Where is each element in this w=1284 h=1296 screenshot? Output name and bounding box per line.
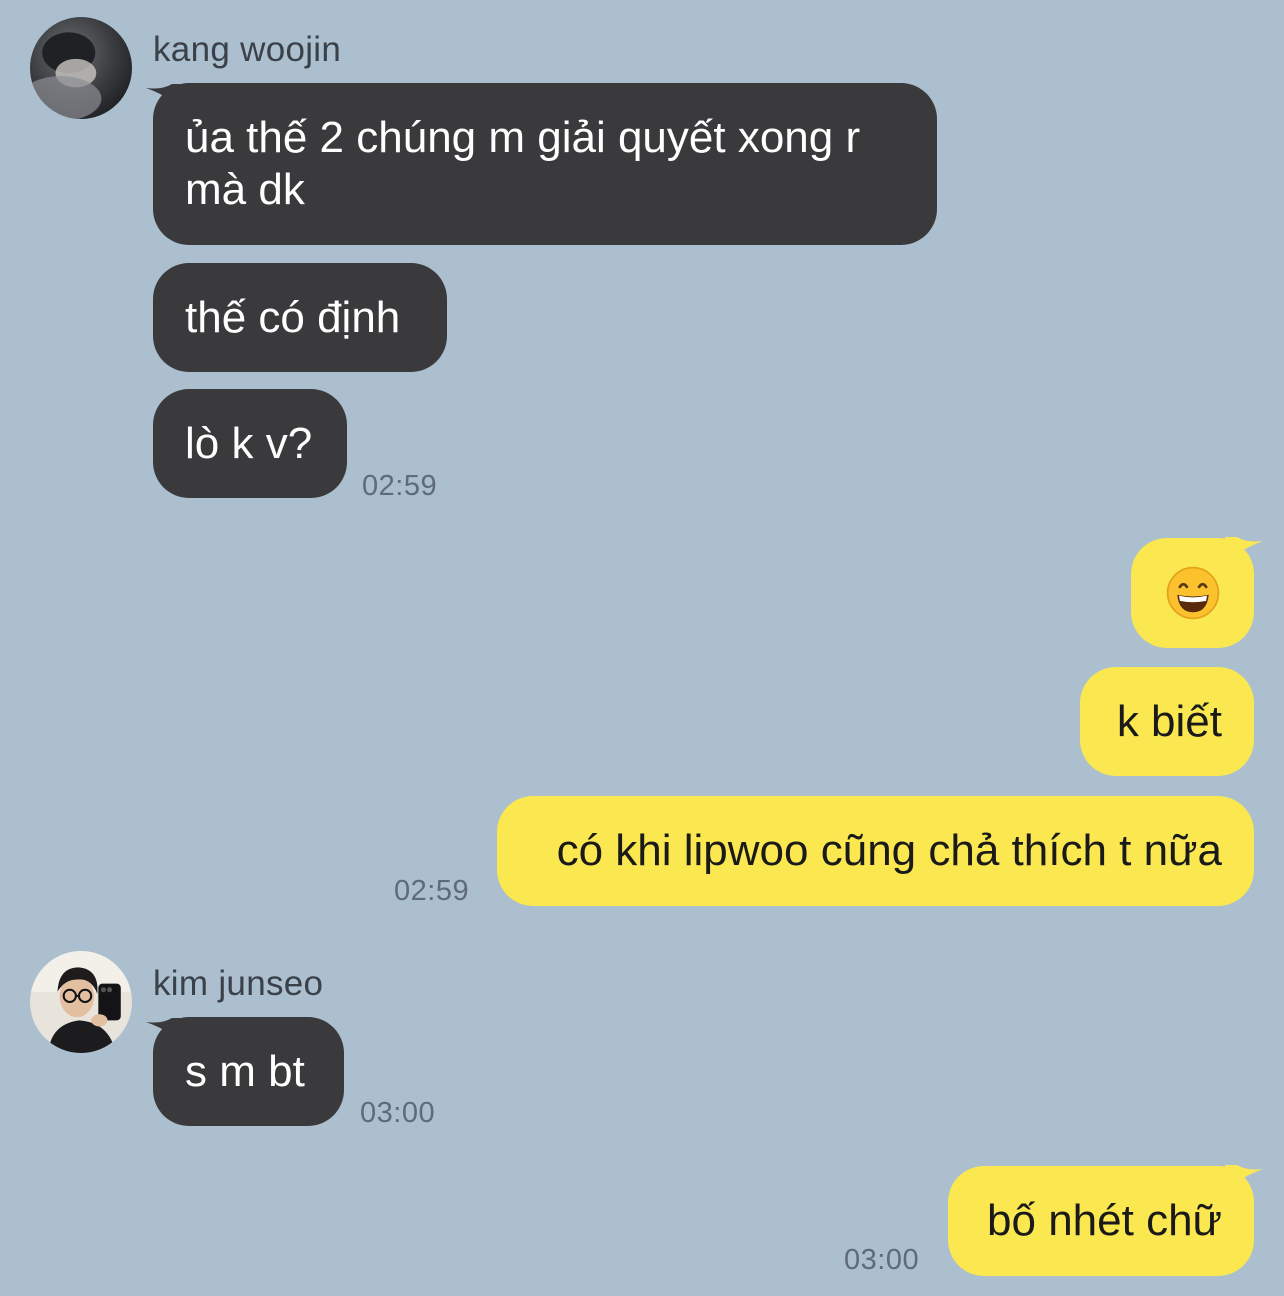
message-text: bố nhét chữ [987,1196,1222,1245]
message-bubble[interactable]: s m bt [153,1017,344,1126]
sender-name: kang woojin [153,30,342,69]
grinning-face-icon [1166,566,1219,620]
message-text: s m bt [185,1046,305,1096]
message-timestamp: 02:59 [394,875,470,907]
message-text: có khi lipwoo cũng chả thích t nữa [556,826,1222,875]
message-bubble[interactable]: lò k v? [153,389,347,498]
message-bubble[interactable]: bố nhét chữ [948,1166,1254,1276]
sender-name: kim junseo [153,964,324,1003]
message-bubble[interactable]: có khi lipwoo cũng chả thích t nữa [497,796,1254,906]
message-text: k biết [1116,696,1222,746]
message-timestamp: 03:00 [844,1244,920,1276]
message-bubble[interactable]: thế có định [153,263,447,372]
avatar-kim-junseo[interactable] [30,951,132,1053]
message-text: ủa thế 2 chúng m giải quyết xong r mà dk [185,113,861,214]
message-bubble[interactable]: k biết [1080,667,1254,776]
avatar-kang-woojin[interactable] [30,17,132,119]
message-text: thế có định [185,292,401,342]
message-timestamp: 03:00 [360,1097,436,1129]
message-bubble[interactable]: ủa thế 2 chúng m giải quyết xong r mà dk [153,83,937,245]
message-text: lò k v? [185,418,313,468]
message-timestamp: 02:59 [362,470,438,502]
message-bubble[interactable] [1131,538,1254,648]
